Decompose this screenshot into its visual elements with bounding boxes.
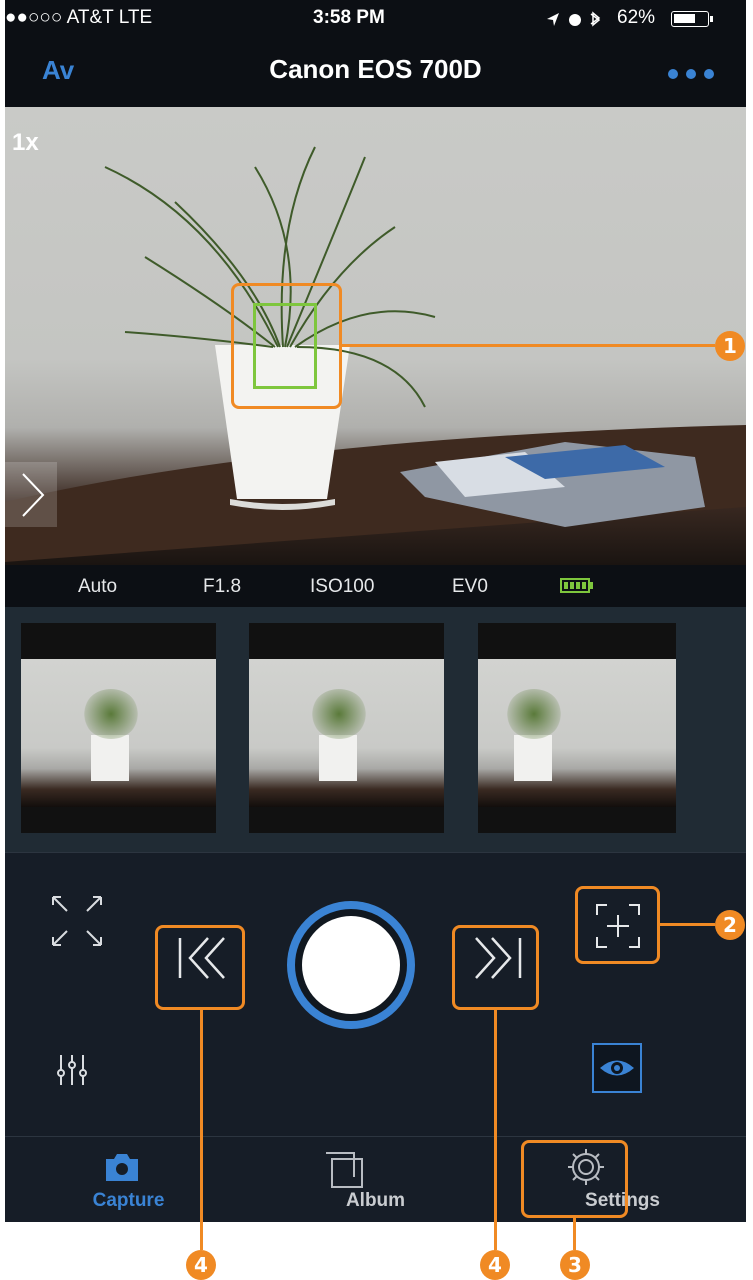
thumbnail-photo	[21, 659, 216, 807]
highlight-focus-point	[231, 283, 342, 409]
tab-capture-label: Capture	[92, 1190, 165, 1211]
exposure-info-bar: Auto F1.8 ISO100 EV0	[5, 565, 746, 607]
tab-bar: Capture Album Settings	[5, 1136, 746, 1222]
thumbnail-photo	[478, 659, 676, 807]
leader-line-1	[342, 344, 715, 347]
adjustments-sliders-icon[interactable]	[55, 1053, 89, 1087]
alarm-icon	[569, 14, 581, 26]
battery-fill	[674, 14, 695, 23]
iso-value: ISO100	[310, 576, 375, 597]
leader-line-2	[660, 923, 715, 926]
live-view-toggle-button[interactable]	[592, 1043, 642, 1093]
location-icon	[547, 13, 559, 26]
highlight-previous	[155, 925, 245, 1010]
aperture-value: F1.8	[203, 576, 242, 597]
thumbnail-photo	[249, 659, 444, 807]
leader-line-3	[573, 1218, 576, 1250]
battery-icon	[671, 11, 709, 27]
callout-2: 2	[715, 910, 745, 940]
thumbnail-1[interactable]	[21, 623, 216, 833]
eye-icon	[600, 1060, 634, 1076]
navigation-bar: Av Canon EOS 700D	[5, 36, 746, 107]
callout-3: 3	[560, 1250, 590, 1280]
fullscreen-expand-icon[interactable]	[49, 893, 105, 949]
highlight-add-focus	[575, 886, 660, 964]
clock: 3:58 PM	[313, 7, 385, 28]
shutter-button-inner	[302, 916, 400, 1014]
live-view[interactable]: 1x	[5, 107, 746, 565]
tab-album-label: Album	[345, 1190, 406, 1211]
thumbnail-strip	[5, 607, 746, 853]
status-bar: ●●○○○ AT&T LTE 3:58 PM 62%	[5, 0, 746, 36]
shutter-button[interactable]	[287, 901, 415, 1029]
camera-icon	[106, 1154, 138, 1181]
callout-4a: 4	[186, 1250, 216, 1280]
side-panel-toggle[interactable]	[5, 462, 57, 527]
callout-4b: 4	[480, 1250, 510, 1280]
phone-screen: ●●○○○ AT&T LTE 3:58 PM 62% Av Canon EOS …	[5, 0, 746, 1222]
highlight-next	[452, 925, 539, 1010]
callout-1: 1	[715, 331, 745, 361]
carrier-label: ●●○○○ AT&T LTE	[5, 7, 153, 28]
thumbnail-2[interactable]	[249, 623, 444, 833]
ev-value: EV0	[452, 576, 488, 597]
bluetooth-icon	[590, 11, 601, 27]
leader-line-4a	[200, 1010, 203, 1250]
leader-line-4b	[494, 1010, 497, 1250]
thumbnail-3[interactable]	[478, 623, 676, 833]
tab-capture[interactable]: Capture	[5, 1137, 252, 1222]
battery-percent: 62%	[617, 7, 656, 28]
live-view-image	[5, 146, 746, 562]
highlight-settings	[521, 1140, 628, 1218]
exposure-mode: Auto	[78, 576, 118, 597]
more-options-icon[interactable]	[668, 69, 714, 79]
tab-album[interactable]: Album	[252, 1137, 499, 1222]
camera-battery-icon	[560, 578, 590, 593]
album-icon	[326, 1152, 363, 1188]
chevron-right-icon	[22, 473, 45, 517]
camera-title: Canon EOS 700D	[269, 54, 482, 84]
zoom-level[interactable]: 1x	[12, 129, 39, 157]
